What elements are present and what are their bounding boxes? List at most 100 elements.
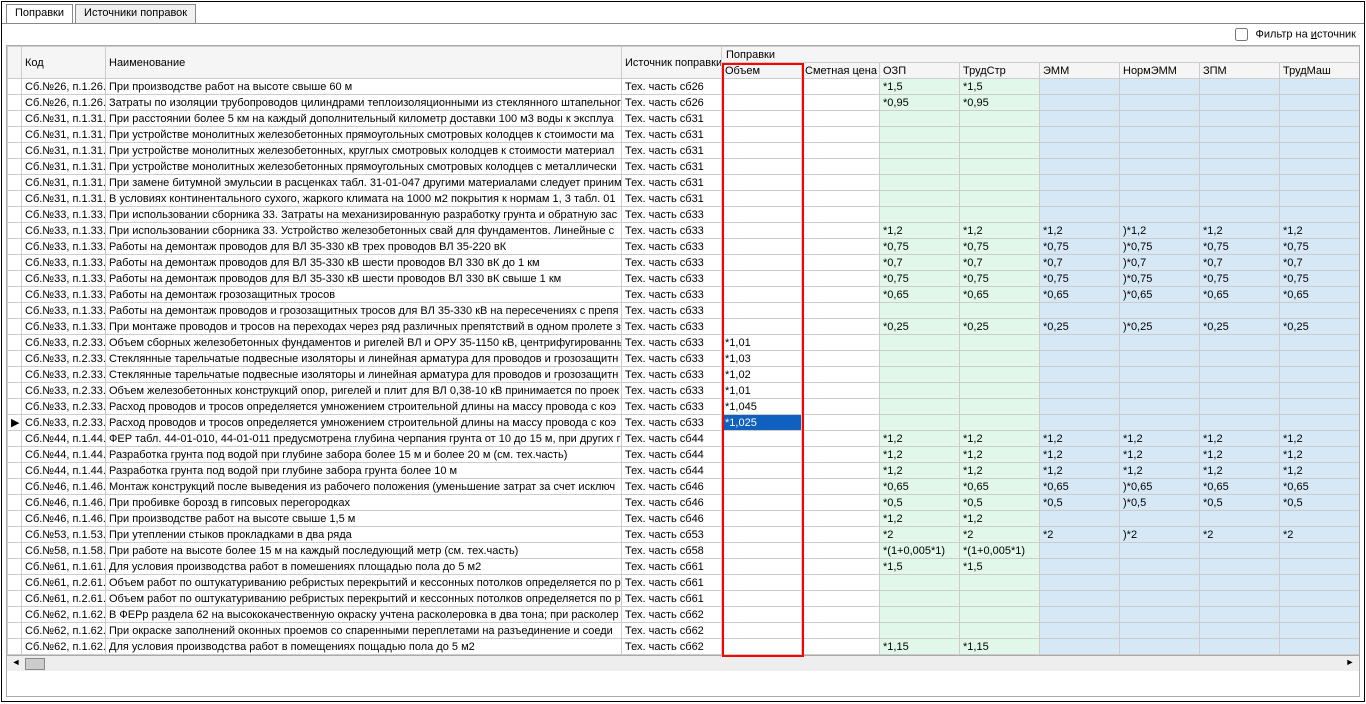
cell-vol[interactable] [722, 575, 802, 591]
cell-indicator[interactable] [8, 287, 22, 303]
cell-vol[interactable] [722, 319, 802, 335]
cell-smet[interactable] [802, 223, 880, 239]
cell-smet[interactable] [802, 143, 880, 159]
cell-src[interactable]: Тех. часть сб31 [622, 127, 722, 143]
cell-code[interactable]: Сб.№26, п.1.26. [22, 79, 106, 95]
cell-zpm[interactable]: *0,75 [1200, 239, 1280, 255]
cell-vol[interactable] [722, 111, 802, 127]
cell-ozp[interactable] [880, 191, 960, 207]
cell-emm[interactable]: *0,7 [1040, 255, 1120, 271]
cell-src[interactable]: Тех. часть сб31 [622, 175, 722, 191]
cell-trudmash[interactable] [1280, 127, 1360, 143]
cell-code[interactable]: Сб.№46, п.1.46. [22, 479, 106, 495]
cell-vol[interactable] [722, 543, 802, 559]
cell-vol[interactable] [722, 639, 802, 655]
cell-name[interactable]: Объем железобетонных конструкций опор, р… [106, 383, 622, 399]
cell-trudstr[interactable]: *1,5 [960, 79, 1040, 95]
filter-checkbox[interactable] [1235, 28, 1248, 41]
cell-ozp[interactable]: *1,2 [880, 223, 960, 239]
cell-smet[interactable] [802, 319, 880, 335]
cell-code[interactable]: Сб.№46, п.1.46. [22, 511, 106, 527]
cell-trudmash[interactable] [1280, 575, 1360, 591]
cell-trudmash[interactable] [1280, 399, 1360, 415]
cell-vol[interactable] [722, 303, 802, 319]
cell-indicator[interactable] [8, 399, 22, 415]
cell-code[interactable]: Сб.№33, п.2.33. [22, 415, 106, 431]
cell-emm[interactable] [1040, 559, 1120, 575]
cell-indicator[interactable] [8, 367, 22, 383]
cell-zpm[interactable]: *0,65 [1200, 287, 1280, 303]
cell-zpm[interactable] [1200, 351, 1280, 367]
cell-emm[interactable] [1040, 207, 1120, 223]
cell-emm[interactable] [1040, 79, 1120, 95]
cell-ozp[interactable] [880, 383, 960, 399]
cell-trudstr[interactable]: *1,2 [960, 223, 1040, 239]
cell-normemm[interactable] [1120, 191, 1200, 207]
cell-zpm[interactable]: *1,2 [1200, 447, 1280, 463]
cell-trudmash[interactable] [1280, 639, 1360, 655]
cell-zpm[interactable] [1200, 543, 1280, 559]
cell-normemm[interactable] [1120, 175, 1200, 191]
cell-trudstr[interactable]: *0,7 [960, 255, 1040, 271]
cell-src[interactable]: Тех. часть сб33 [622, 319, 722, 335]
cell-normemm[interactable] [1120, 367, 1200, 383]
cell-vol[interactable] [722, 223, 802, 239]
cell-normemm[interactable]: )*0,75 [1120, 271, 1200, 287]
cell-emm[interactable] [1040, 351, 1120, 367]
cell-normemm[interactable] [1120, 159, 1200, 175]
cell-zpm[interactable] [1200, 559, 1280, 575]
cell-zpm[interactable]: *0,65 [1200, 479, 1280, 495]
table-row[interactable]: ▶Сб.№33, п.2.33.Расход проводов и тросов… [8, 415, 1360, 431]
cell-indicator[interactable] [8, 623, 22, 639]
cell-zpm[interactable] [1200, 159, 1280, 175]
cell-zpm[interactable] [1200, 207, 1280, 223]
cell-trudstr[interactable]: *1,2 [960, 447, 1040, 463]
cell-trudmash[interactable] [1280, 559, 1360, 575]
cell-indicator[interactable] [8, 543, 22, 559]
cell-code[interactable]: Сб.№46, п.1.46. [22, 495, 106, 511]
cell-ozp[interactable]: *1,5 [880, 79, 960, 95]
cell-trudstr[interactable]: *0,25 [960, 319, 1040, 335]
cell-trudstr[interactable]: *1,15 [960, 639, 1040, 655]
cell-name[interactable]: Разработка грунта под водой при глубине … [106, 463, 622, 479]
cell-src[interactable]: Тех. часть сб31 [622, 111, 722, 127]
cell-trudstr[interactable] [960, 143, 1040, 159]
cell-src[interactable]: Тех. часть сб33 [622, 335, 722, 351]
table-row[interactable]: Сб.№33, п.1.33.При использовании сборник… [8, 207, 1360, 223]
cell-indicator[interactable] [8, 447, 22, 463]
cell-name[interactable]: При устройстве монолитных железобетонных… [106, 143, 622, 159]
cell-normemm[interactable] [1120, 399, 1200, 415]
cell-vol[interactable]: *1,01 [722, 383, 802, 399]
cell-indicator[interactable] [8, 575, 22, 591]
cell-normemm[interactable] [1120, 79, 1200, 95]
cell-ozp[interactable] [880, 415, 960, 431]
cell-code[interactable]: Сб.№33, п.2.33. [22, 351, 106, 367]
cell-indicator[interactable] [8, 383, 22, 399]
cell-smet[interactable] [802, 127, 880, 143]
cell-src[interactable]: Тех. часть сб33 [622, 399, 722, 415]
cell-src[interactable]: Тех. часть сб44 [622, 447, 722, 463]
cell-emm[interactable]: *0,5 [1040, 495, 1120, 511]
cell-smet[interactable] [802, 191, 880, 207]
cell-vol[interactable] [722, 447, 802, 463]
cell-trudstr[interactable] [960, 383, 1040, 399]
cell-smet[interactable] [802, 431, 880, 447]
cell-trudstr[interactable] [960, 367, 1040, 383]
cell-src[interactable]: Тех. часть сб26 [622, 95, 722, 111]
table-row[interactable]: Сб.№61, п.2.61.Объем работ по оштукатури… [8, 575, 1360, 591]
cell-zpm[interactable] [1200, 399, 1280, 415]
cell-indicator[interactable] [8, 271, 22, 287]
cell-code[interactable]: Сб.№33, п.1.33. [22, 255, 106, 271]
cell-src[interactable]: Тех. часть сб33 [622, 239, 722, 255]
table-row[interactable]: Сб.№46, п.1.46.При пробивке борозд в гип… [8, 495, 1360, 511]
header-trudstr[interactable]: ТрудСтр [960, 63, 1040, 79]
cell-trudmash[interactable] [1280, 111, 1360, 127]
header-normemm[interactable]: НормЭММ [1120, 63, 1200, 79]
cell-zpm[interactable] [1200, 335, 1280, 351]
cell-vol[interactable] [722, 143, 802, 159]
cell-zpm[interactable]: *2 [1200, 527, 1280, 543]
cell-src[interactable]: Тех. часть сб33 [622, 383, 722, 399]
cell-smet[interactable] [802, 367, 880, 383]
cell-name[interactable]: При производстве работ на высоте свыше 1… [106, 511, 622, 527]
cell-indicator[interactable] [8, 111, 22, 127]
